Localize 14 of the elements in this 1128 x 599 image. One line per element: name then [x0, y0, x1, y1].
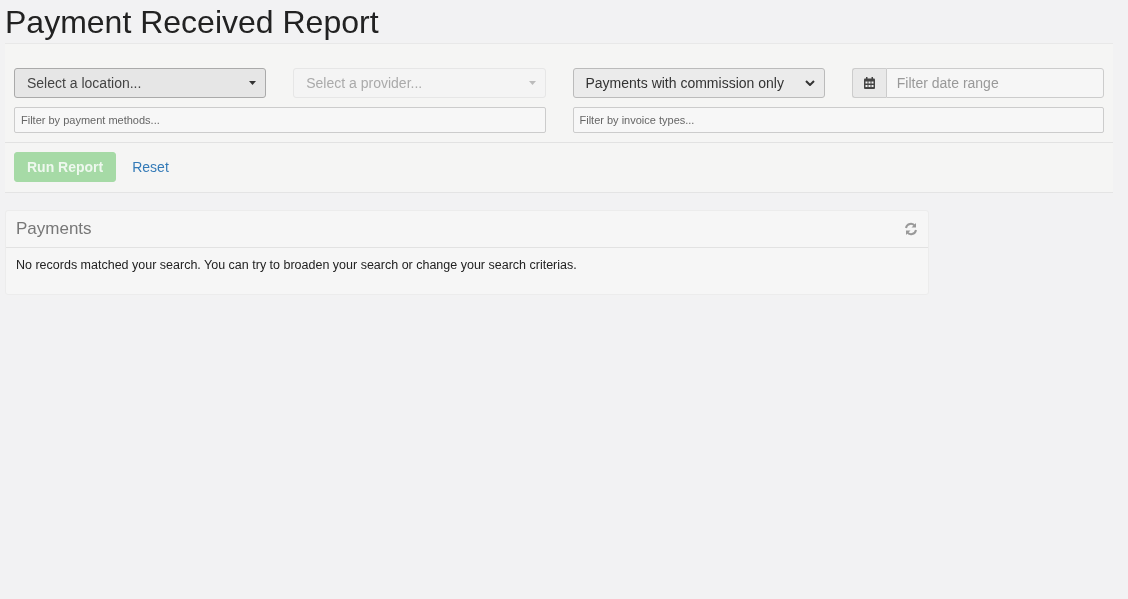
calendar-addon[interactable]: [851, 68, 886, 98]
caret-icon: [528, 81, 536, 85]
empty-message: No records matched your search. You can try to broaden your search or change your search criterias.: [15, 257, 578, 274]
chevron-down-icon: [804, 80, 815, 86]
panel-title: Payments: [16, 219, 92, 239]
invoice-types-field[interactable]: Filter by invoice types...: [572, 107, 1104, 133]
refresh-icon[interactable]: [904, 222, 918, 236]
payment-methods-field[interactable]: Filter by payment methods...: [14, 107, 546, 133]
reset-link[interactable]: Reset: [132, 159, 169, 175]
caret-icon: [249, 81, 257, 85]
location-select[interactable]: Select a location...: [14, 68, 267, 98]
calendar-icon: [863, 77, 875, 89]
commission-select[interactable]: Payments with commission only: [572, 68, 825, 98]
date-range-field[interactable]: Filter date range: [885, 68, 1104, 98]
